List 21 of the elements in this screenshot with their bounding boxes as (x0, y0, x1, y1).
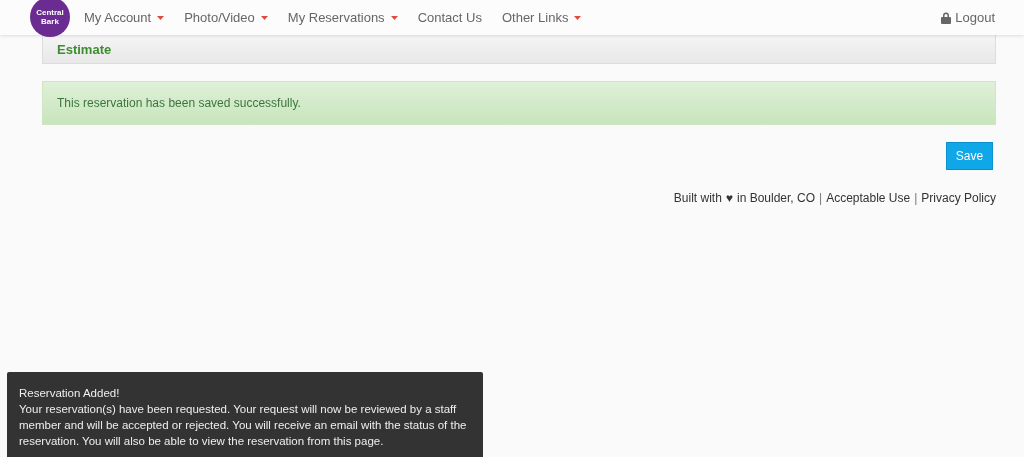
toast-title: Reservation Added! (19, 386, 121, 401)
nav-link[interactable]: My Account (84, 10, 165, 25)
logo-text: Central (36, 7, 64, 17)
footer-link[interactable]: Acceptable Use (826, 191, 911, 205)
separator: | (819, 191, 823, 205)
nav-link[interactable]: Other Links (501, 10, 582, 25)
footer-text: in Boulder, CO (736, 191, 815, 205)
nav-link[interactable]: My Reservations (287, 10, 398, 25)
panel-header: Estimate (42, 35, 996, 64)
success-alert: This reservation has been saved successfully. (42, 81, 996, 125)
lock-icon (941, 11, 952, 24)
logout-link[interactable]: Logout (941, 10, 995, 25)
toast-message: Your reservation(s) have been requested. Your request will now be reviewed by a staff member and will be accepted or rejected. You will receive an email with the status of the reservation. You will also be able to view the reservation from this page. (19, 402, 468, 449)
logo[interactable]: Central Bark (30, 0, 70, 37)
footer-link[interactable]: Privacy Policy (921, 191, 996, 205)
separator: | (914, 191, 918, 205)
nav-link[interactable]: Contact Us (417, 10, 482, 25)
footer-text: Built with (673, 191, 722, 205)
heart-icon: ♥ (725, 191, 733, 205)
logo-text: Bark (41, 16, 59, 26)
nav-link[interactable]: Photo/Video (184, 10, 268, 25)
